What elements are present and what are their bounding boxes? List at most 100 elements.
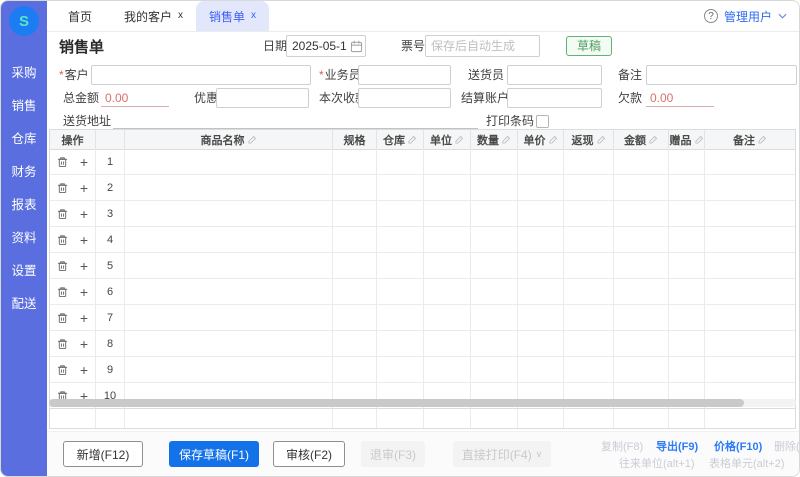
unit-cell[interactable] xyxy=(424,227,471,252)
amount-cell[interactable] xyxy=(614,227,669,252)
warehouse-cell[interactable] xyxy=(377,149,424,174)
add-row-icon[interactable]: + xyxy=(80,259,88,273)
product-name-cell[interactable] xyxy=(125,357,333,382)
product-name-cell[interactable] xyxy=(125,305,333,330)
warehouse-cell[interactable] xyxy=(377,175,424,200)
quantity-cell[interactable] xyxy=(471,253,518,278)
price-link[interactable]: 价格(F10) xyxy=(714,438,762,454)
gift-cell[interactable] xyxy=(669,305,705,330)
amount-cell[interactable] xyxy=(614,357,669,382)
amount-cell[interactable] xyxy=(614,279,669,304)
product-name-cell[interactable] xyxy=(125,227,333,252)
cashback-cell[interactable] xyxy=(564,149,614,174)
unit-price-cell[interactable] xyxy=(518,305,564,330)
add-row-icon[interactable]: + xyxy=(80,233,88,247)
delete-row-icon[interactable] xyxy=(57,286,68,298)
product-name-cell[interactable] xyxy=(125,279,333,304)
product-name-cell[interactable] xyxy=(125,149,333,174)
remark-cell[interactable] xyxy=(705,279,795,304)
add-row-icon[interactable]: + xyxy=(80,363,88,377)
unit-cell[interactable] xyxy=(424,149,471,174)
add-row-icon[interactable]: + xyxy=(80,337,88,351)
payment-input[interactable] xyxy=(358,88,451,108)
product-name-cell[interactable] xyxy=(125,253,333,278)
cashback-cell[interactable] xyxy=(564,279,614,304)
remark-input[interactable] xyxy=(646,65,797,85)
amount-cell[interactable] xyxy=(614,331,669,356)
tab[interactable]: 销售单 x xyxy=(196,1,269,31)
delete-row-icon[interactable] xyxy=(57,364,68,376)
unit-price-cell[interactable] xyxy=(518,331,564,356)
unit-price-cell[interactable] xyxy=(518,253,564,278)
remark-cell[interactable] xyxy=(705,331,795,356)
cashback-cell[interactable] xyxy=(564,253,614,278)
delete-row-icon[interactable] xyxy=(57,338,68,350)
unit-cell[interactable] xyxy=(424,201,471,226)
save-draft-button[interactable]: 保存草稿(F1) xyxy=(169,441,259,467)
quantity-cell[interactable] xyxy=(471,201,518,226)
product-name-cell[interactable] xyxy=(125,175,333,200)
unit-cell[interactable] xyxy=(424,305,471,330)
tab[interactable]: 首页 xyxy=(55,1,111,31)
unit-price-cell[interactable] xyxy=(518,201,564,226)
add-new-button[interactable]: 新增(F12) xyxy=(63,441,143,467)
discount-input[interactable] xyxy=(216,88,309,108)
gift-cell[interactable] xyxy=(669,253,705,278)
warehouse-cell[interactable] xyxy=(377,253,424,278)
warehouse-cell[interactable] xyxy=(377,227,424,252)
quantity-cell[interactable] xyxy=(471,279,518,304)
warehouse-cell[interactable] xyxy=(377,201,424,226)
unit-price-cell[interactable] xyxy=(518,357,564,382)
unit-cell[interactable] xyxy=(424,253,471,278)
amount-cell[interactable] xyxy=(614,175,669,200)
add-row-icon[interactable]: + xyxy=(80,181,88,195)
remark-cell[interactable] xyxy=(705,201,795,226)
settle-account-input[interactable] xyxy=(507,88,602,108)
amount-cell[interactable] xyxy=(614,253,669,278)
remark-cell[interactable] xyxy=(705,149,795,174)
product-name-cell[interactable] xyxy=(125,201,333,226)
cashback-cell[interactable] xyxy=(564,331,614,356)
amount-cell[interactable] xyxy=(614,201,669,226)
delivery-person-input[interactable] xyxy=(507,65,602,85)
gift-cell[interactable] xyxy=(669,149,705,174)
quantity-cell[interactable] xyxy=(471,175,518,200)
warehouse-cell[interactable] xyxy=(377,279,424,304)
print-barcode-checkbox[interactable] xyxy=(536,115,549,128)
quantity-cell[interactable] xyxy=(471,149,518,174)
quantity-cell[interactable] xyxy=(471,357,518,382)
amount-cell[interactable] xyxy=(614,149,669,174)
tab[interactable]: 我的客户 x xyxy=(111,1,196,31)
address-input[interactable] xyxy=(113,111,478,129)
add-row-icon[interactable]: + xyxy=(80,311,88,325)
customer-input[interactable] xyxy=(91,65,311,85)
sidebar-item[interactable]: 仓库 xyxy=(1,123,47,156)
unit-price-cell[interactable] xyxy=(518,149,564,174)
unit-cell[interactable] xyxy=(424,357,471,382)
sidebar-item[interactable]: 设置 xyxy=(1,255,47,288)
add-row-icon[interactable]: + xyxy=(80,285,88,299)
sidebar-item[interactable]: 资料 xyxy=(1,222,47,255)
delete-row-icon[interactable] xyxy=(57,260,68,272)
unit-price-cell[interactable] xyxy=(518,227,564,252)
warehouse-cell[interactable] xyxy=(377,305,424,330)
sidebar-item[interactable]: 财务 xyxy=(1,156,47,189)
quantity-cell[interactable] xyxy=(471,305,518,330)
add-row-icon[interactable]: + xyxy=(80,207,88,221)
sidebar-item[interactable]: 销售 xyxy=(1,90,47,123)
remark-cell[interactable] xyxy=(705,305,795,330)
unit-cell[interactable] xyxy=(424,279,471,304)
product-name-cell[interactable] xyxy=(125,331,333,356)
export-link[interactable]: 导出(F9) xyxy=(656,438,698,454)
cashback-cell[interactable] xyxy=(564,227,614,252)
delete-row-icon[interactable] xyxy=(57,156,68,168)
gift-cell[interactable] xyxy=(669,357,705,382)
cashback-cell[interactable] xyxy=(564,357,614,382)
cashback-cell[interactable] xyxy=(564,201,614,226)
gift-cell[interactable] xyxy=(669,279,705,304)
sidebar-item[interactable]: 配送 xyxy=(1,288,47,321)
tab-close-icon[interactable]: x xyxy=(178,11,183,21)
tab-close-icon[interactable]: x xyxy=(251,11,256,21)
scrollbar-thumb[interactable] xyxy=(49,399,744,407)
cashback-cell[interactable] xyxy=(564,305,614,330)
